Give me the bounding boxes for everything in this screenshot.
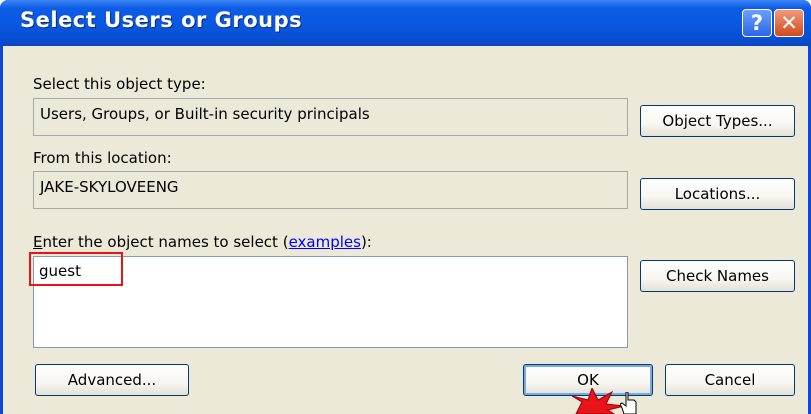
annotation-highlight-box bbox=[29, 252, 123, 286]
title-bar[interactable]: Select Users or Groups ? ✕ bbox=[0, 0, 811, 46]
names-label-suffix: ): bbox=[360, 233, 372, 251]
examples-link[interactable]: examples bbox=[289, 233, 361, 251]
location-field: JAKE-SKYLOVEENG bbox=[33, 171, 628, 209]
check-names-button[interactable]: Check Names bbox=[640, 260, 795, 292]
object-types-button[interactable]: Object Types... bbox=[640, 105, 795, 137]
names-label: Enter the object names to select (exampl… bbox=[33, 233, 372, 251]
location-value: JAKE-SKYLOVEENG bbox=[40, 178, 179, 196]
object-type-value: Users, Groups, or Built-in security prin… bbox=[40, 105, 370, 123]
red-starburst-icon bbox=[571, 388, 625, 414]
advanced-button[interactable]: Advanced... bbox=[35, 364, 189, 396]
mouse-cursor-icon bbox=[620, 392, 637, 414]
object-type-label: Select this object type: bbox=[33, 75, 206, 93]
dialog-body: Select this object type: Users, Groups, … bbox=[3, 46, 808, 414]
window-title: Select Users or Groups bbox=[20, 8, 303, 32]
close-icon: ✕ bbox=[780, 11, 798, 35]
location-label: From this location: bbox=[33, 149, 172, 167]
names-label-text: nter the object names to select ( bbox=[42, 233, 289, 251]
close-button[interactable]: ✕ bbox=[774, 9, 804, 37]
help-icon: ? bbox=[750, 11, 764, 35]
object-type-field: Users, Groups, or Built-in security prin… bbox=[33, 98, 628, 136]
cancel-button[interactable]: Cancel bbox=[665, 364, 795, 396]
select-users-dialog: Select Users or Groups ? ✕ Select this o… bbox=[0, 0, 811, 414]
help-button[interactable]: ? bbox=[742, 9, 772, 37]
locations-button[interactable]: Locations... bbox=[640, 178, 795, 210]
